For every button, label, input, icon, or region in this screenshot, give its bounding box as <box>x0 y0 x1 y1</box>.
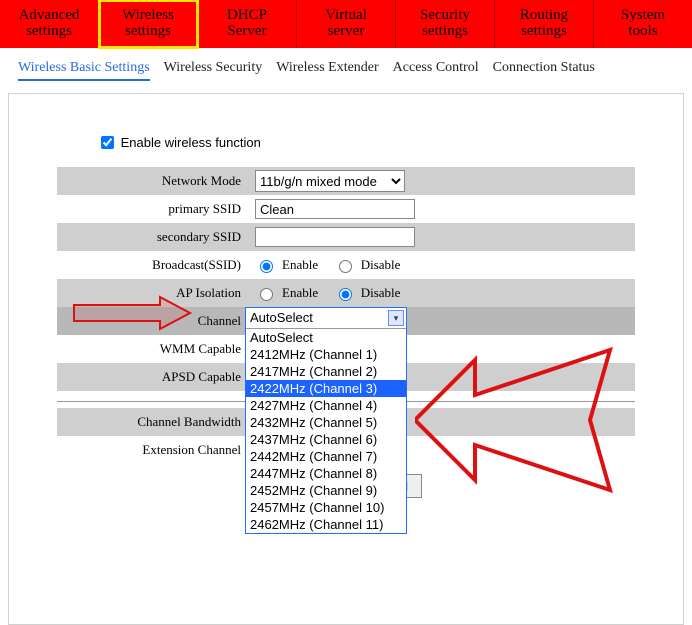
tab-label: Routing <box>520 8 568 24</box>
subtab-access-control[interactable]: Access Control <box>393 60 479 81</box>
top-nav: Advanced settings Wireless settings DHCP… <box>0 0 692 48</box>
channel-option[interactable]: 2422MHz (Channel 3) <box>246 380 406 397</box>
channel-option[interactable]: 2462MHz (Channel 11) <box>246 516 406 533</box>
subtab-wireless-basic[interactable]: Wireless Basic Settings <box>18 60 150 81</box>
tab-routing-settings[interactable]: Routing settings <box>495 0 594 48</box>
channel-option[interactable]: 2417MHz (Channel 2) <box>246 363 406 380</box>
enable-wireless-checkbox[interactable] <box>101 136 114 149</box>
tab-label: tools <box>628 24 657 40</box>
tab-label: Advanced <box>19 8 80 24</box>
tab-label: System <box>621 8 665 24</box>
label-broadcast: Broadcast(SSID) <box>57 257 253 273</box>
enable-wireless-label[interactable]: Enable wireless function <box>97 135 261 150</box>
enable-wireless-text: Enable wireless function <box>121 135 261 150</box>
channel-option[interactable]: 2432MHz (Channel 5) <box>246 414 406 431</box>
subtab-connection-status[interactable]: Connection Status <box>493 60 595 81</box>
primary-ssid-input[interactable] <box>255 199 415 219</box>
broadcast-enable-label: Enable <box>282 257 318 273</box>
broadcast-disable-radio[interactable] <box>339 260 352 273</box>
channel-option[interactable]: AutoSelect <box>246 329 406 346</box>
ap-isolation-enable-label: Enable <box>282 285 318 301</box>
label-bandwidth: Channel Bandwidth <box>57 414 253 430</box>
label-wmm: WMM Capable <box>57 341 253 357</box>
channel-option-list: AutoSelect 2412MHz (Channel 1) 2417MHz (… <box>246 328 406 533</box>
label-channel: Channel <box>57 313 253 329</box>
tab-label: Wireless <box>122 8 174 24</box>
tab-dhcp-server[interactable]: DHCP Server <box>198 0 297 48</box>
tab-label: settings <box>521 24 567 40</box>
channel-option[interactable]: 2437MHz (Channel 6) <box>246 431 406 448</box>
label-ap-isolation: AP Isolation <box>57 285 253 301</box>
tab-label: server <box>328 24 365 40</box>
ap-isolation-disable-label: Disable <box>361 285 401 301</box>
broadcast-disable-label: Disable <box>361 257 401 273</box>
tab-label: settings <box>125 24 171 40</box>
subtab-wireless-security[interactable]: Wireless Security <box>164 60 263 81</box>
tab-label: Server <box>227 24 266 40</box>
label-extension: Extension Channel <box>57 442 253 458</box>
row-broadcast-ssid: Broadcast(SSID) Enable Disable <box>57 251 635 279</box>
tab-virtual-server[interactable]: Virtual server <box>297 0 396 48</box>
tab-label: settings <box>422 24 468 40</box>
channel-option[interactable]: 2442MHz (Channel 7) <box>246 448 406 465</box>
row-secondary-ssid: secondary SSID <box>57 223 635 251</box>
tab-label: settings <box>26 24 72 40</box>
channel-option[interactable]: 2412MHz (Channel 1) <box>246 346 406 363</box>
tab-system-tools[interactable]: System tools <box>594 0 692 48</box>
label-apsd: APSD Capable <box>57 369 253 385</box>
tab-security-settings[interactable]: Security settings <box>396 0 495 48</box>
channel-option[interactable]: 2427MHz (Channel 4) <box>246 397 406 414</box>
label-secondary-ssid: secondary SSID <box>57 229 253 245</box>
channel-select-open[interactable]: AutoSelect ▾ AutoSelect 2412MHz (Channel… <box>245 307 407 534</box>
subtab-wireless-extender[interactable]: Wireless Extender <box>276 60 378 81</box>
tab-wireless-settings[interactable]: Wireless settings <box>99 0 198 48</box>
tab-label: Security <box>420 8 470 24</box>
ap-isolation-disable-radio[interactable] <box>339 288 352 301</box>
channel-option[interactable]: 2447MHz (Channel 8) <box>246 465 406 482</box>
secondary-ssid-input[interactable] <box>255 227 415 247</box>
broadcast-enable-radio[interactable] <box>260 260 273 273</box>
row-network-mode: Network Mode 11b/g/n mixed mode <box>57 167 635 195</box>
row-primary-ssid: primary SSID <box>57 195 635 223</box>
tab-label: DHCP <box>227 8 267 24</box>
row-ap-isolation: AP Isolation Enable Disable <box>57 279 635 307</box>
tab-label: Virtual <box>325 8 367 24</box>
channel-select-value: AutoSelect <box>250 310 313 325</box>
label-primary-ssid: primary SSID <box>57 201 253 217</box>
chevron-down-icon[interactable]: ▾ <box>388 310 404 326</box>
sub-nav: Wireless Basic Settings Wireless Securit… <box>0 48 692 87</box>
enable-wireless-row: Enable wireless function <box>97 134 635 153</box>
tab-advanced-settings[interactable]: Advanced settings <box>0 0 99 48</box>
channel-option[interactable]: 2452MHz (Channel 9) <box>246 482 406 499</box>
channel-select-display[interactable]: AutoSelect ▾ <box>246 308 406 328</box>
ap-isolation-enable-radio[interactable] <box>260 288 273 301</box>
channel-option[interactable]: 2457MHz (Channel 10) <box>246 499 406 516</box>
label-network-mode: Network Mode <box>57 173 253 189</box>
network-mode-select[interactable]: 11b/g/n mixed mode <box>255 170 405 192</box>
